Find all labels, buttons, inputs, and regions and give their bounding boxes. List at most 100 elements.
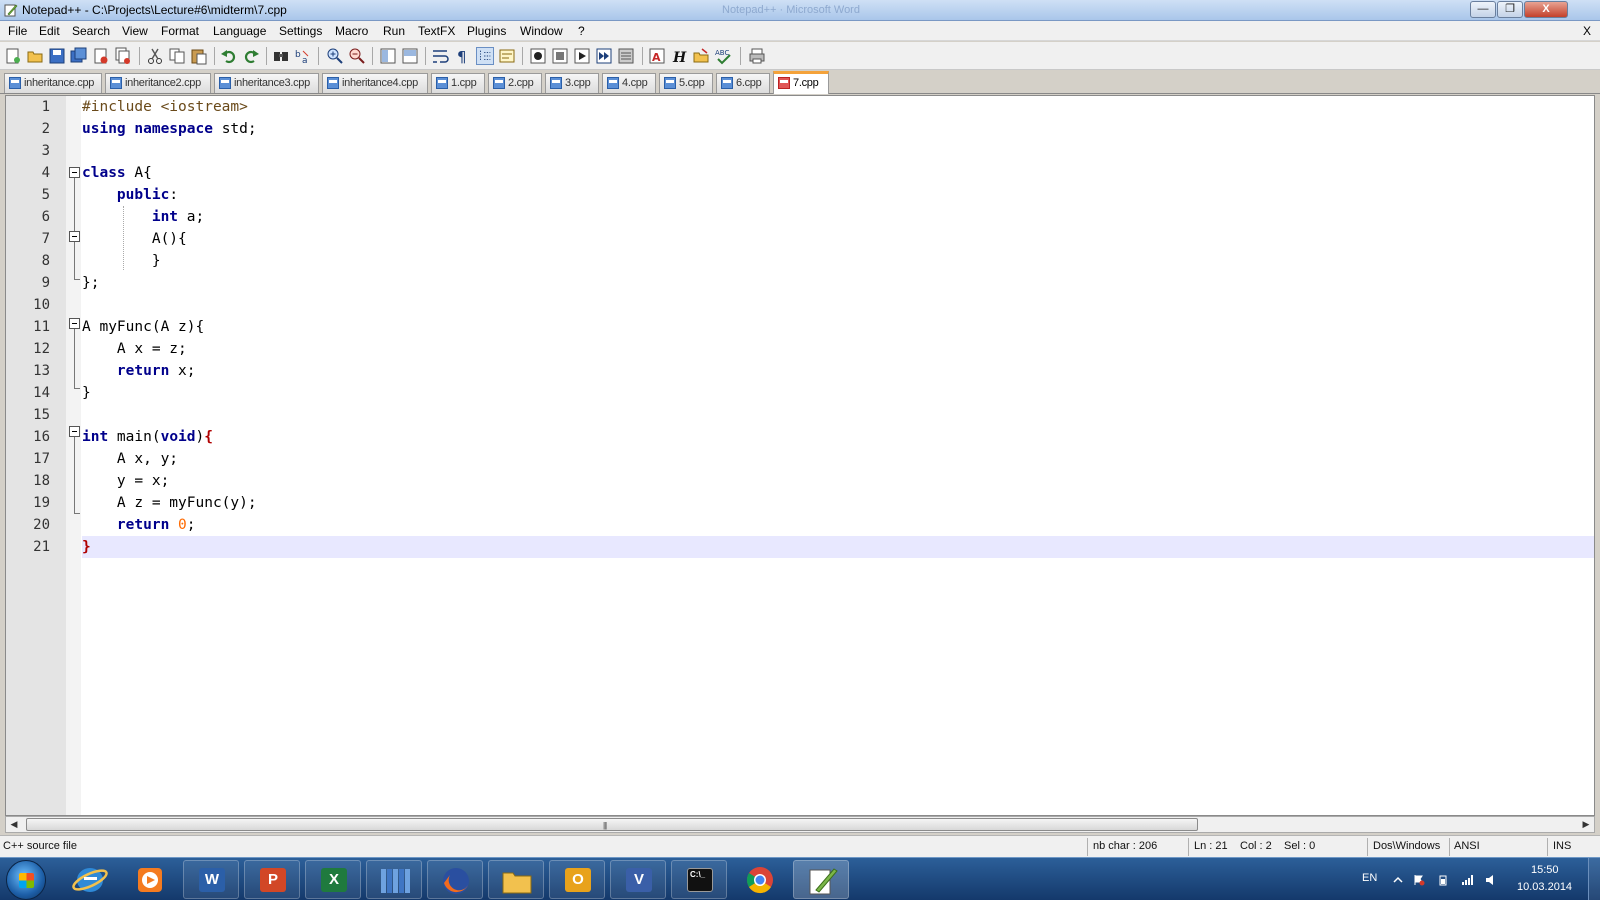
menu-textfx[interactable]: TextFX (418, 24, 455, 38)
user-language-icon[interactable] (498, 47, 516, 65)
close-document-button[interactable]: X (1583, 24, 1591, 38)
close-icon[interactable] (92, 47, 110, 65)
zoom-out-icon[interactable] (348, 47, 366, 65)
clock-time[interactable]: 15:50 (1531, 864, 1559, 876)
taskbar-visio[interactable]: V (610, 860, 666, 899)
language-indicator[interactable]: EN (1362, 872, 1377, 884)
fold-toggle-myfunc[interactable] (69, 318, 80, 329)
scroll-thumb[interactable]: ||| (26, 818, 1198, 831)
code-line[interactable]: } (82, 536, 1594, 558)
code-line[interactable]: using namespace std; (82, 118, 1594, 140)
tab-inheritance3-cpp[interactable]: inheritance3.cpp (214, 73, 319, 93)
taskbar-internet-explorer[interactable] (62, 860, 118, 899)
sync-horizontal-icon[interactable] (401, 47, 419, 65)
network-signal-icon[interactable] (1461, 874, 1473, 886)
code-line[interactable]: public: (82, 184, 1594, 206)
tab-1-cpp[interactable]: 1.cpp (431, 73, 485, 93)
code-line[interactable] (82, 140, 1594, 162)
indent-guide-icon[interactable] (476, 47, 494, 65)
clock-date[interactable]: 10.03.2014 (1517, 881, 1572, 893)
paste-icon[interactable] (190, 47, 208, 65)
taskbar-chrome[interactable] (732, 860, 788, 899)
tab-inheritance4-cpp[interactable]: inheritance4.cpp (322, 73, 428, 93)
tab-inheritance-cpp[interactable]: inheritance.cpp (4, 73, 102, 93)
menu-file[interactable]: File (8, 24, 27, 38)
tab-5-cpp[interactable]: 5.cpp (659, 73, 713, 93)
code-line[interactable]: A z = myFunc(y); (82, 492, 1594, 514)
taskbar-excel[interactable]: X (305, 860, 361, 899)
fold-toggle-main[interactable] (69, 426, 80, 437)
taskbar-notepad-plus-plus[interactable] (793, 860, 849, 899)
menu-run[interactable]: Run (383, 24, 405, 38)
save-macro-icon[interactable] (617, 47, 635, 65)
copy-icon[interactable] (168, 47, 186, 65)
code-line[interactable]: return x; (82, 360, 1594, 382)
header-icon[interactable]: H (670, 47, 688, 65)
sync-vertical-icon[interactable] (379, 47, 397, 65)
open-file-icon[interactable] (26, 47, 44, 65)
code-line[interactable]: } (82, 250, 1594, 272)
taskbar-word[interactable]: W (183, 860, 239, 899)
save-icon[interactable] (48, 47, 66, 65)
code-line[interactable] (82, 294, 1594, 316)
code-line[interactable]: class A{ (82, 162, 1594, 184)
restore-button[interactable]: ❐ (1497, 1, 1523, 18)
code-line[interactable]: A x = z; (82, 338, 1594, 360)
code-line[interactable]: int main(void){ (82, 426, 1594, 448)
tab-inheritance2-cpp[interactable]: inheritance2.cpp (105, 73, 211, 93)
show-all-chars-icon[interactable]: ¶ (453, 47, 471, 65)
code-line[interactable] (82, 404, 1594, 426)
tidy-icon[interactable]: A (648, 47, 666, 65)
save-all-icon[interactable] (70, 47, 88, 65)
close-button[interactable]: X (1524, 1, 1568, 18)
cut-icon[interactable] (146, 47, 164, 65)
code-line[interactable]: #include <iostream> (82, 96, 1594, 118)
taskbar-file-explorer[interactable] (488, 860, 544, 899)
action-center-flag-icon[interactable] (1413, 874, 1425, 886)
stop-macro-icon[interactable] (551, 47, 569, 65)
find-icon[interactable] (272, 47, 290, 65)
menu-search[interactable]: Search (72, 24, 110, 38)
code-editor[interactable]: 1 2 3 4 5 6 7 8 9 10 11 12 13 14 15 16 1… (5, 95, 1595, 816)
taskbar-powerpoint[interactable]: P (244, 860, 300, 899)
tab-2-cpp[interactable]: 2.cpp (488, 73, 542, 93)
show-desktop-button[interactable] (1588, 858, 1600, 900)
close-all-icon[interactable] (114, 47, 132, 65)
record-macro-icon[interactable] (529, 47, 547, 65)
print-icon[interactable] (748, 47, 766, 65)
code-line[interactable]: } (82, 382, 1594, 404)
volume-icon[interactable] (1485, 874, 1497, 886)
word-wrap-icon[interactable] (431, 47, 449, 65)
undo-icon[interactable] (220, 47, 238, 65)
menu-view[interactable]: View (122, 24, 148, 38)
code-line[interactable]: A myFunc(A z){ (82, 316, 1594, 338)
play-macro-icon[interactable] (573, 47, 591, 65)
minimize-button[interactable]: — (1470, 1, 1496, 18)
tab-3-cpp[interactable]: 3.cpp (545, 73, 599, 93)
scroll-left-arrow[interactable]: ◀ (6, 817, 22, 832)
code-line[interactable]: int a; (82, 206, 1594, 228)
code-line[interactable]: }; (82, 272, 1594, 294)
tab-6-cpp[interactable]: 6.cpp (716, 73, 770, 93)
replace-icon[interactable]: ba (294, 47, 312, 65)
menu-settings[interactable]: Settings (279, 24, 322, 38)
menu-help[interactable]: ? (578, 24, 585, 38)
tab-7-cpp[interactable]: 7.cpp (773, 71, 829, 94)
code-line[interactable]: return 0; (82, 514, 1594, 536)
code-line[interactable]: A(){ (82, 228, 1594, 250)
menu-window[interactable]: Window (520, 24, 563, 38)
code-line[interactable]: A x, y; (82, 448, 1594, 470)
menu-edit[interactable]: Edit (39, 24, 60, 38)
taskbar-outlook[interactable]: O (549, 860, 605, 899)
menu-format[interactable]: Format (161, 24, 199, 38)
redo-icon[interactable] (242, 47, 260, 65)
new-file-icon[interactable] (4, 47, 22, 65)
taskbar-media-player[interactable] (122, 860, 178, 899)
zoom-in-icon[interactable] (326, 47, 344, 65)
spellcheck-icon[interactable]: ABC (714, 47, 732, 65)
menu-language[interactable]: Language (213, 24, 266, 38)
taskbar-library[interactable] (366, 860, 422, 899)
taskbar-firefox[interactable] (427, 860, 483, 899)
fold-toggle-constructor[interactable] (69, 231, 80, 242)
menu-macro[interactable]: Macro (335, 24, 368, 38)
